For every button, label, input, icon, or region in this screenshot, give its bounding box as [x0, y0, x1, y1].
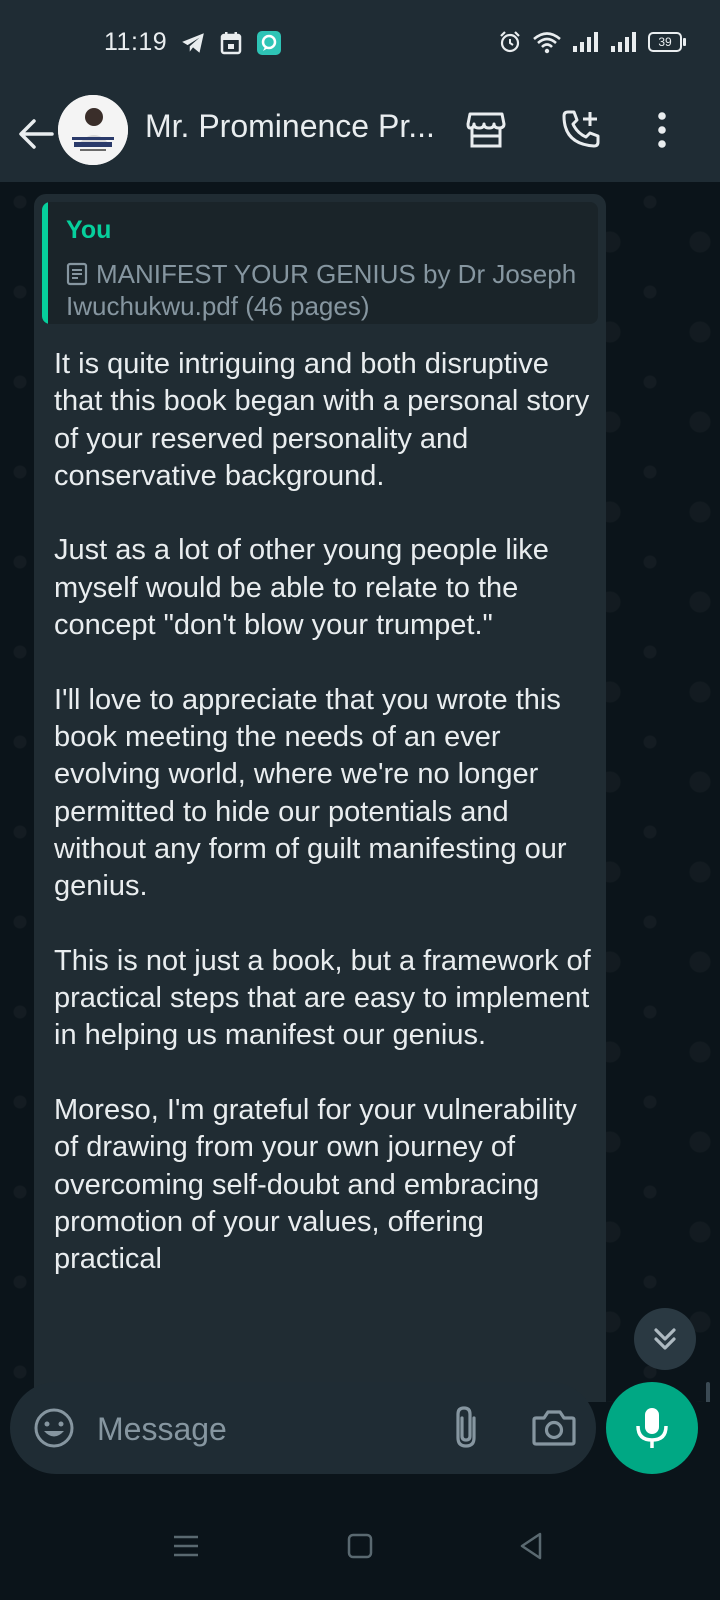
quote-file-name: MANIFEST YOUR GENIUS by Dr Joseph Iwuchu… — [66, 259, 577, 321]
back-nav-icon[interactable] — [512, 1526, 552, 1566]
chat-area[interactable]: You MANIFEST YOUR GENIUS by Dr Joseph Iw… — [0, 182, 720, 1402]
emoji-icon[interactable] — [32, 1406, 76, 1450]
status-bar: 11:19 39 — [0, 0, 720, 90]
chat-header: Mr. Prominence Pr... — [0, 90, 720, 182]
scroll-indicator[interactable] — [706, 1382, 710, 1402]
double-chevron-down-icon — [654, 1328, 676, 1350]
attach-icon[interactable] — [444, 1404, 488, 1452]
camera-icon[interactable] — [530, 1406, 578, 1450]
alarm-icon — [500, 31, 520, 53]
app-notification-icon — [257, 31, 281, 55]
signal-icon-2 — [611, 32, 636, 52]
system-nav-bar — [0, 1488, 720, 1600]
more-options-icon[interactable] — [640, 108, 684, 152]
signal-icon-1 — [573, 32, 598, 52]
add-call-icon[interactable] — [558, 108, 602, 152]
quote-sender: You — [66, 216, 112, 244]
catalog-store-icon[interactable] — [464, 108, 508, 152]
message-bubble[interactable]: You MANIFEST YOUR GENIUS by Dr Joseph Iw… — [34, 194, 606, 1402]
message-composer — [10, 1382, 596, 1474]
contact-name[interactable]: Mr. Prominence Pr... — [145, 108, 435, 145]
voice-record-button[interactable] — [606, 1382, 698, 1474]
avatar-image — [58, 95, 128, 165]
document-icon — [66, 262, 88, 286]
recent-apps-icon[interactable] — [166, 1526, 206, 1566]
battery-icon: 39 — [648, 32, 686, 52]
back-arrow-icon[interactable] — [14, 112, 58, 156]
quote-accent-bar — [42, 202, 48, 324]
home-icon[interactable] — [340, 1526, 380, 1566]
telegram-icon — [182, 33, 204, 53]
quoted-message[interactable]: You MANIFEST YOUR GENIUS by Dr Joseph Iw… — [42, 202, 598, 324]
notification-icons — [180, 30, 282, 56]
quote-file: MANIFEST YOUR GENIUS by Dr Joseph Iwuchu… — [66, 258, 586, 322]
scroll-to-bottom-button[interactable] — [634, 1308, 696, 1370]
calendar-icon — [220, 32, 242, 55]
message-input[interactable] — [95, 1406, 399, 1452]
microphone-icon — [636, 1408, 668, 1448]
message-text: It is quite intriguing and both disrupti… — [54, 348, 591, 1276]
battery-level: 39 — [658, 35, 672, 49]
status-time: 11:19 — [104, 28, 168, 56]
avatar[interactable] — [58, 95, 128, 165]
wifi-icon — [533, 32, 561, 54]
system-status-icons: 39 — [498, 30, 686, 54]
